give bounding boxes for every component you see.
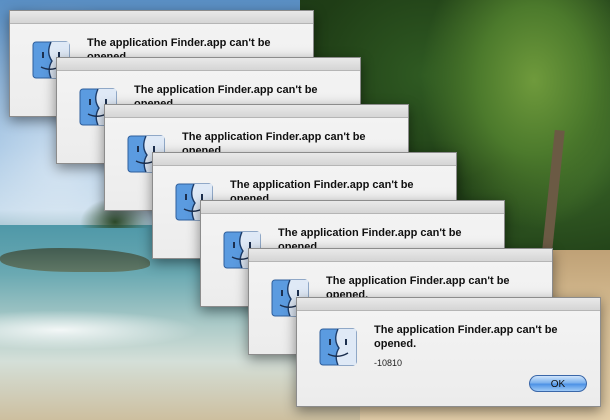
error-code: -10810 [374, 358, 403, 368]
dialog-titlebar[interactable] [249, 249, 552, 262]
dialog-titlebar[interactable] [10, 11, 313, 24]
dialog-titlebar[interactable] [297, 298, 600, 311]
dialog-titlebar[interactable] [57, 58, 360, 71]
alert-message: The application Finder.app can't be open… [374, 324, 558, 350]
dialog-titlebar[interactable] [105, 105, 408, 118]
finder-icon [319, 328, 357, 366]
wallpaper-surf [0, 310, 200, 350]
ok-button[interactable]: OK [529, 375, 587, 392]
dialog-titlebar[interactable] [201, 201, 504, 214]
alert-dialog-front: The application Finder.app can't be open… [296, 297, 601, 407]
dialog-titlebar[interactable] [153, 153, 456, 166]
